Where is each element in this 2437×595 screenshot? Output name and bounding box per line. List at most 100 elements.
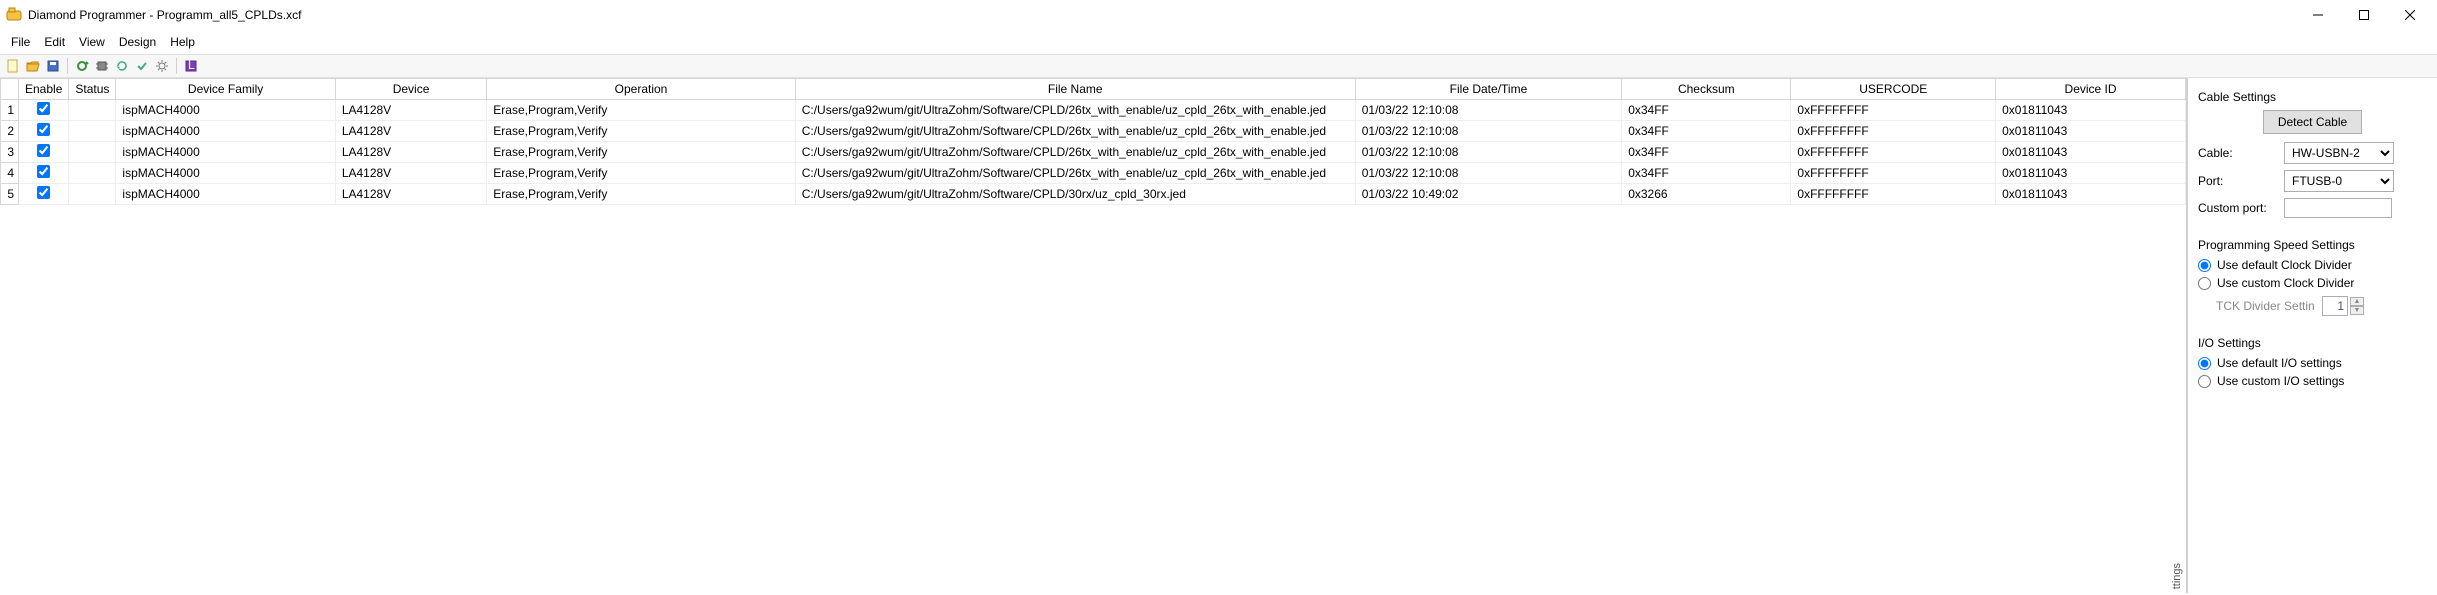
cell-family[interactable]: ispMACH4000 [116,121,335,142]
col-device[interactable]: Device [335,79,486,100]
cell-usercode: 0xFFFFFFFF [1791,184,1996,205]
cell-operation[interactable]: Erase,Program,Verify [487,142,795,163]
cell-device[interactable]: LA4128V [335,142,486,163]
table-row[interactable]: 3 ispMACH4000LA4128VErase,Program,VerifyC… [1,142,2186,163]
col-filedate[interactable]: File Date/Time [1355,79,1621,100]
cell-operation[interactable]: Erase,Program,Verify [487,121,795,142]
custom-port-label: Custom port: [2198,201,2278,215]
log-icon[interactable]: L [182,57,200,75]
cell-filename[interactable]: C:/Users/ga92wum/git/UltraZohm/Software/… [795,184,1355,205]
table-row[interactable]: 5ispMACH4000LA4128VErase,Program,VerifyC… [1,184,2186,205]
col-family[interactable]: Device Family [116,79,335,100]
refresh-icon[interactable] [113,57,131,75]
enable-checkbox[interactable] [37,165,50,178]
cell-enable[interactable] [19,184,69,205]
side-panel: Cable Settings Detect Cable Cable: HW-US… [2187,78,2437,593]
app-icon [6,7,22,23]
cell-device[interactable]: LA4128V [335,163,486,184]
col-usercode[interactable]: USERCODE [1791,79,1996,100]
new-icon[interactable] [4,57,22,75]
port-select[interactable]: FTUSB-0 [2284,170,2394,192]
enable-checkbox[interactable] [37,144,50,157]
cell-filedate: 01/03/22 12:10:08 [1355,100,1621,121]
cell-family[interactable]: ispMACH4000 [116,100,335,121]
cell-deviceid: 0x01811043 [1996,163,2186,184]
cell-operation[interactable]: Erase,Program,Verify [487,100,795,121]
minimize-button[interactable] [2295,0,2341,30]
verify-icon[interactable] [133,57,151,75]
cell-family[interactable]: ispMACH4000 [116,163,335,184]
table-row[interactable]: 1ispMACH4000LA4128VErase,Program,VerifyC… [1,100,2186,121]
titlebar: Diamond Programmer - Programm_all5_CPLDs… [0,0,2437,30]
cell-enable[interactable] [19,121,69,142]
cell-device[interactable]: LA4128V [335,121,486,142]
save-icon[interactable] [44,57,62,75]
program-icon[interactable] [73,57,91,75]
open-icon[interactable] [24,57,42,75]
io-default-label: Use default I/O settings [2217,356,2342,370]
cell-enable[interactable] [19,142,69,163]
col-operation[interactable]: Operation [487,79,795,100]
cell-filedate: 01/03/22 12:10:08 [1355,121,1621,142]
cell-filename[interactable]: C:/Users/ga92wum/git/UltraZohm/Software/… [795,121,1355,142]
cell-device[interactable]: LA4128V [335,100,486,121]
custom-port-input[interactable] [2284,198,2392,218]
speed-custom-label: Use custom Clock Divider [2217,276,2354,290]
menu-design[interactable]: Design [112,32,163,52]
cell-filename[interactable]: C:/Users/ga92wum/git/UltraZohm/Software/… [795,142,1355,163]
spin-down-icon[interactable]: ▼ [2350,306,2364,315]
cell-enable[interactable] [19,100,69,121]
row-number: 3 [1,142,19,163]
cell-filename[interactable]: C:/Users/ga92wum/git/UltraZohm/Software/… [795,100,1355,121]
cell-filename[interactable]: C:/Users/ga92wum/git/UltraZohm/Software/… [795,163,1355,184]
col-enable[interactable]: Enable [19,79,69,100]
enable-checkbox[interactable] [37,102,50,115]
cable-label: Cable: [2198,146,2278,160]
cell-checksum: 0x34FF [1622,142,1791,163]
menu-help[interactable]: Help [163,32,202,52]
cell-usercode: 0xFFFFFFFF [1791,142,1996,163]
speed-settings-title: Programming Speed Settings [2198,238,2427,252]
close-button[interactable] [2387,0,2433,30]
cable-select[interactable]: HW-USBN-2 [2284,142,2394,164]
detect-cable-button[interactable]: Detect Cable [2263,110,2362,134]
tck-spinbox[interactable]: ▲▼ [2322,296,2364,316]
row-number: 2 [1,121,19,142]
table-row[interactable]: 4ispMACH4000LA4128VErase,Program,VerifyC… [1,163,2186,184]
vertical-tab-label[interactable]: ttings [2169,557,2185,595]
device-grid[interactable]: Enable Status Device Family Device Opera… [0,78,2187,593]
cell-enable[interactable] [19,163,69,184]
io-default-radio[interactable] [2198,357,2211,370]
cell-checksum: 0x34FF [1622,121,1791,142]
spin-up-icon[interactable]: ▲ [2350,297,2364,306]
settings-icon[interactable] [153,57,171,75]
chip-icon[interactable] [93,57,111,75]
cell-deviceid: 0x01811043 [1996,184,2186,205]
col-filename[interactable]: File Name [795,79,1355,100]
col-status[interactable]: Status [69,79,116,100]
cell-filedate: 01/03/22 12:10:08 [1355,142,1621,163]
menu-view[interactable]: View [72,32,112,52]
col-deviceid[interactable]: Device ID [1996,79,2186,100]
cable-settings-title: Cable Settings [2198,90,2427,104]
cell-operation[interactable]: Erase,Program,Verify [487,163,795,184]
speed-custom-radio[interactable] [2198,277,2211,290]
speed-default-label: Use default Clock Divider [2217,258,2352,272]
menu-file[interactable]: File [4,32,37,52]
col-checksum[interactable]: Checksum [1622,79,1791,100]
tck-value[interactable] [2322,296,2348,316]
window-title: Diamond Programmer - Programm_all5_CPLDs… [28,8,301,22]
cell-family[interactable]: ispMACH4000 [116,142,335,163]
enable-checkbox[interactable] [37,123,50,136]
maximize-button[interactable] [2341,0,2387,30]
cell-family[interactable]: ispMACH4000 [116,184,335,205]
cell-deviceid: 0x01811043 [1996,100,2186,121]
speed-default-radio[interactable] [2198,259,2211,272]
cell-operation[interactable]: Erase,Program,Verify [487,184,795,205]
menu-edit[interactable]: Edit [37,32,72,52]
enable-checkbox[interactable] [37,186,50,199]
table-row[interactable]: 2 ispMACH4000LA4128VErase,Program,VerifyC… [1,121,2186,142]
io-custom-radio[interactable] [2198,375,2211,388]
cell-device[interactable]: LA4128V [335,184,486,205]
cell-status [69,163,116,184]
